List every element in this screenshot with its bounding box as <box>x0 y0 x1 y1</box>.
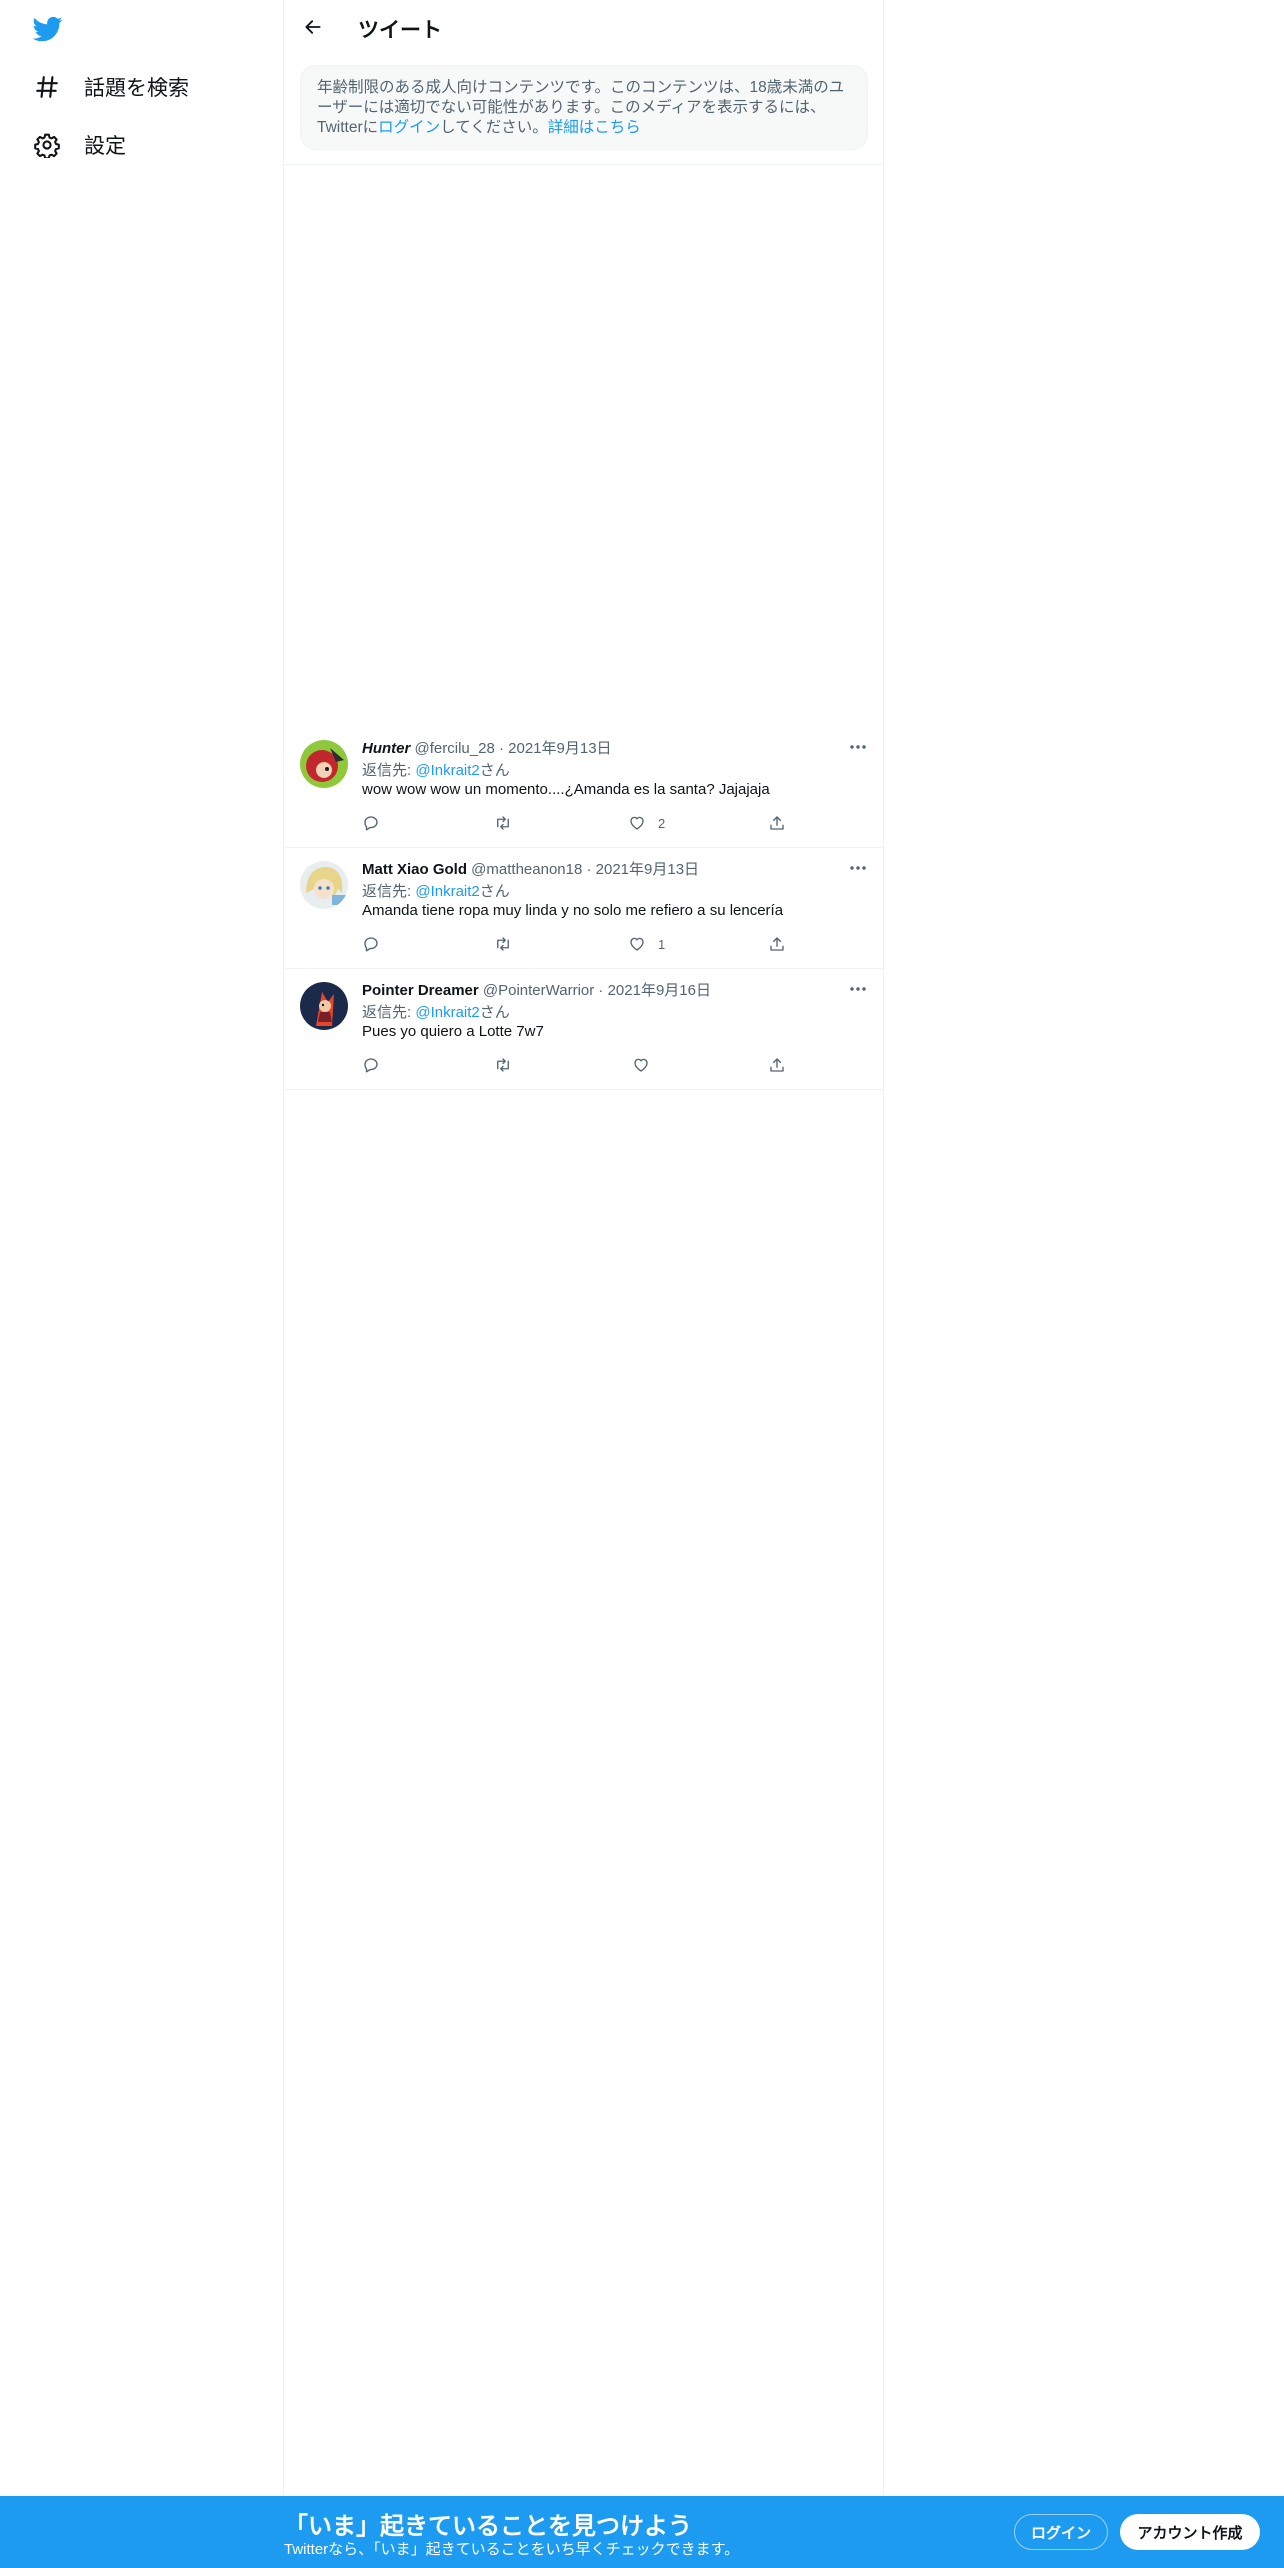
reply-mention-link[interactable]: @Inkrait2 <box>415 762 479 779</box>
share-icon <box>770 937 784 951</box>
tweet-actions: 1 <box>362 934 802 954</box>
user-handle[interactable]: @fercilu_28 <box>415 740 495 757</box>
like-button[interactable]: 1 <box>628 934 665 954</box>
share-icon <box>770 816 784 830</box>
separator-dot: · <box>586 861 592 878</box>
share-icon <box>770 1058 784 1072</box>
retweet-button[interactable] <box>494 1055 512 1075</box>
tweet-header: Hunter @fercilu_28 · 2021年9月13日 <box>362 737 612 758</box>
reply-suffix: さん <box>479 1004 510 1021</box>
more-icon <box>850 987 866 991</box>
back-button[interactable] <box>298 12 328 42</box>
avatar[interactable] <box>300 861 348 909</box>
retweet-button[interactable] <box>494 813 512 833</box>
user-handle[interactable]: @PointerWarrior <box>483 982 594 999</box>
reply-button[interactable] <box>362 813 380 833</box>
reply-mention-link[interactable]: @Inkrait2 <box>415 883 479 900</box>
signup-banner: 「いま」起きていることを見つけよう Twitterなら、「いま」起きていることを… <box>0 2496 1284 2568</box>
reply-icon <box>364 1058 378 1073</box>
banner-title: 「いま」起きていることを見つけよう <box>284 2513 692 2540</box>
reply-suffix: さん <box>479 762 510 779</box>
separator-dot: · <box>498 740 504 757</box>
tweet-actions <box>362 1055 802 1075</box>
sidebar-item-label: 設定 <box>84 135 126 158</box>
reply-to-line: 返信先: @Inkrait2さん <box>362 880 510 901</box>
reply-button[interactable] <box>362 1055 380 1075</box>
tweet-header: Matt Xiao Gold @mattheanon18 · 2021年9月13… <box>362 858 699 879</box>
retweet-icon <box>497 816 509 830</box>
reply-to-label: 返信先: <box>362 1004 416 1021</box>
like-button[interactable] <box>632 1055 662 1075</box>
login-button[interactable]: ログイン <box>1014 2514 1108 2550</box>
reply-tweet[interactable]: Pointer Dreamer @PointerWarrior · 2021年9… <box>284 969 884 1090</box>
like-count: 2 <box>658 815 666 831</box>
heart-icon <box>630 816 644 830</box>
tweet-text: Pues yo quiero a Lotte 7w7 <box>362 1023 544 1040</box>
sidebar: 話題を検索 設定 <box>0 0 284 2496</box>
notice-text: してください。 <box>440 119 548 136</box>
retweet-icon <box>497 937 509 951</box>
like-count: 1 <box>658 936 666 952</box>
sidebar-item-settings[interactable]: 設定 <box>22 120 138 170</box>
tweet-header: Pointer Dreamer @PointerWarrior · 2021年9… <box>362 979 711 1000</box>
retweet-button[interactable] <box>494 934 512 954</box>
sidebar-item-explore[interactable]: 話題を検索 <box>22 62 201 112</box>
sidebar-item-label: 話題を検索 <box>84 77 189 100</box>
page-header: ツイート <box>284 0 884 53</box>
reply-icon <box>364 937 378 952</box>
reply-tweet[interactable]: Matt Xiao Gold @mattheanon18 · 2021年9月13… <box>284 848 884 969</box>
arrow-left-icon <box>305 20 321 34</box>
more-icon <box>850 745 866 749</box>
reply-suffix: さん <box>479 883 510 900</box>
tweet-date[interactable]: 2021年9月16日 <box>608 982 711 999</box>
reply-button[interactable] <box>362 934 380 954</box>
signup-button[interactable]: アカウント作成 <box>1120 2514 1260 2550</box>
avatar[interactable] <box>300 982 348 1030</box>
hashtag-icon <box>36 76 58 98</box>
more-options-button[interactable] <box>846 739 870 755</box>
tweet-actions: 2 <box>362 813 802 833</box>
share-button[interactable] <box>768 934 786 954</box>
retweet-icon <box>497 1058 509 1072</box>
twitter-logo-icon[interactable] <box>32 14 64 44</box>
tweet-date[interactable]: 2021年9月13日 <box>508 740 611 757</box>
heart-icon <box>630 937 644 951</box>
tweet-text: wow wow wow un momento....¿Amanda es la … <box>362 781 770 798</box>
reply-to-line: 返信先: @Inkrait2さん <box>362 759 510 780</box>
reply-to-label: 返信先: <box>362 762 416 779</box>
divider <box>284 164 884 165</box>
learn-more-link[interactable]: 詳細はこちら <box>548 119 641 136</box>
user-handle[interactable]: @mattheanon18 <box>471 861 582 878</box>
banner-subtitle: Twitterなら、「いま」起きていることをいち早くチェックできます。 <box>284 2541 740 2558</box>
share-button[interactable] <box>768 1055 786 1075</box>
more-icon <box>850 866 866 870</box>
separator-dot: · <box>598 982 604 999</box>
heart-icon <box>634 1058 648 1072</box>
more-options-button[interactable] <box>846 981 870 997</box>
reply-tweet[interactable]: Hunter @fercilu_28 · 2021年9月13日 返信先: @In… <box>284 727 884 848</box>
share-button[interactable] <box>768 813 786 833</box>
gear-icon <box>34 133 60 158</box>
like-button[interactable]: 2 <box>628 813 665 833</box>
age-restriction-notice: 年齢制限のある成人向けコンテンツです。このコンテンツは、18歳未満のユーザーには… <box>300 65 868 150</box>
reply-to-line: 返信先: @Inkrait2さん <box>362 1001 510 1022</box>
reply-to-label: 返信先: <box>362 883 416 900</box>
display-name[interactable]: Matt Xiao Gold <box>362 861 467 878</box>
login-link[interactable]: ログイン <box>378 119 440 136</box>
display-name[interactable]: Pointer Dreamer <box>362 982 479 999</box>
tweet-text: Amanda tiene ropa muy linda y no solo me… <box>362 902 784 919</box>
display-name[interactable]: Hunter <box>362 740 410 757</box>
reply-mention-link[interactable]: @Inkrait2 <box>415 1004 479 1021</box>
reply-icon <box>364 816 378 831</box>
tweet-date[interactable]: 2021年9月13日 <box>596 861 699 878</box>
avatar[interactable] <box>300 740 348 788</box>
page-title: ツイート <box>358 19 442 42</box>
main-column: ツイート 年齢制限のある成人向けコンテンツです。このコンテンツは、18歳未満のユ… <box>284 0 884 2496</box>
more-options-button[interactable] <box>846 860 870 876</box>
